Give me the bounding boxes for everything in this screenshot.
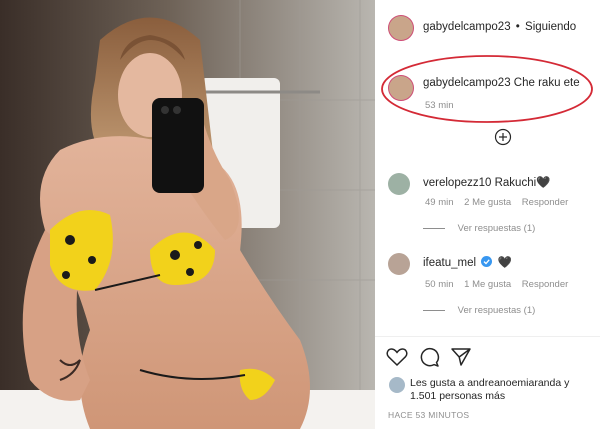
comment-reply-button[interactable]: Responder xyxy=(522,279,568,290)
comment-icon[interactable] xyxy=(418,346,440,368)
verified-icon xyxy=(481,256,493,267)
comment-text: Rakuchi🖤 xyxy=(494,177,551,189)
heart-icon[interactable] xyxy=(386,347,408,367)
likes-line: Les gusta a andreanoemiaranda y xyxy=(410,376,569,390)
likes-joiner: y xyxy=(564,377,570,389)
post-photo-image xyxy=(0,0,375,429)
load-more-icon[interactable] xyxy=(494,128,512,146)
header-avatar[interactable] xyxy=(388,15,414,41)
view-replies-label[interactable]: Ver respuestas (1) xyxy=(458,223,536,234)
actions-divider xyxy=(375,336,600,337)
view-replies-label[interactable]: Ver respuestas (1) xyxy=(458,305,536,316)
comment-likes[interactable]: 2 Me gusta xyxy=(464,197,511,208)
follow-status[interactable]: Siguiendo xyxy=(525,21,576,33)
view-replies[interactable]: Ver respuestas (1) xyxy=(423,305,535,316)
header-separator: • xyxy=(515,21,520,33)
share-icon[interactable] xyxy=(450,346,472,368)
highlight-circle xyxy=(381,55,593,123)
post-header: gabydelcampo23 • Siguiendo xyxy=(423,21,576,33)
post-photo xyxy=(0,0,375,429)
likes-others[interactable]: 1.501 personas más xyxy=(410,390,505,402)
comment-time: 50 min xyxy=(425,279,454,290)
comment-meta: 50 min 1 Me gusta Responder xyxy=(425,279,568,290)
post-timestamp: HACE 53 MINUTOS xyxy=(388,410,470,420)
comment-username[interactable]: ifeatu_mel xyxy=(423,257,476,269)
likes-prefix: Les gusta a xyxy=(410,377,465,389)
comment-time: 49 min xyxy=(425,197,454,208)
comment-line: verelopezz10 Rakuchi🖤 xyxy=(423,175,550,189)
comment-username[interactable]: verelopezz10 xyxy=(423,177,491,189)
liker-avatar[interactable] xyxy=(389,377,405,393)
view-replies[interactable]: Ver respuestas (1) xyxy=(423,223,535,234)
view-replies-line xyxy=(423,227,445,229)
header-username[interactable]: gabydelcampo23 xyxy=(423,21,511,33)
likes-user[interactable]: andreanoemiaranda xyxy=(467,377,561,389)
comment-likes[interactable]: 1 Me gusta xyxy=(464,279,511,290)
comment-text: 🖤 xyxy=(497,257,512,269)
post-sidebar: gabydelcampo23 • Siguiendo gabydelcampo2… xyxy=(375,0,600,429)
comment-line: ifeatu_mel 🖤 xyxy=(423,255,512,269)
view-replies-line xyxy=(423,309,445,311)
comment-avatar[interactable] xyxy=(388,253,410,275)
comment-meta: 49 min 2 Me gusta Responder xyxy=(425,197,568,208)
comment-reply-button[interactable]: Responder xyxy=(522,197,568,208)
comment-avatar[interactable] xyxy=(388,173,410,195)
